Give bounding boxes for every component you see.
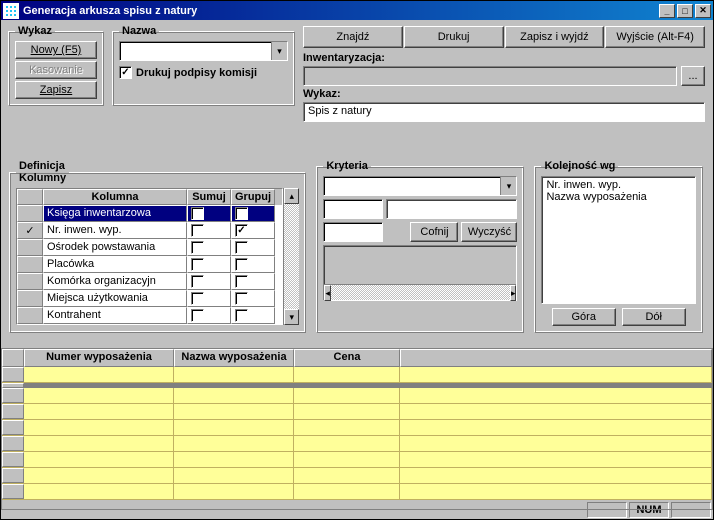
- dol-button[interactable]: Dół: [622, 308, 686, 326]
- def-cell-grupuj[interactable]: [231, 273, 275, 290]
- kryteria-group: Kryteria: [316, 160, 524, 333]
- def-cell-grupuj[interactable]: ✓: [231, 222, 275, 239]
- drukuj-podpisy-checkbox[interactable]: ✓: [119, 66, 132, 79]
- kolejnosc-group: Kolejność wg Nr. inwen. wyp. Nazwa wypos…: [534, 160, 703, 333]
- data-grid: Numer wyposażenia Nazwa wyposażenia Cena: [1, 348, 713, 510]
- nowy-button[interactable]: Nowy (F5): [15, 41, 97, 59]
- kasowanie-button: Kasowanie: [15, 61, 97, 79]
- def-cell-sumuj[interactable]: [187, 290, 231, 307]
- definicja-legend: DefinicjaKolumny: [16, 160, 69, 184]
- app-icon: [3, 3, 19, 19]
- titlebar: Generacja arkusza spisu z natury _ □ ✕: [1, 1, 713, 20]
- scroll-up-icon[interactable]: [284, 188, 299, 204]
- table-row[interactable]: [2, 484, 712, 500]
- drukuj-podpisy-label: Drukuj podpisy komisji: [136, 67, 257, 79]
- table-row[interactable]: [2, 420, 712, 436]
- kryteria-legend: Kryteria: [323, 160, 371, 172]
- scroll-down-icon[interactable]: [284, 309, 299, 325]
- dg-col-cena[interactable]: Cena: [294, 349, 400, 367]
- window-title: Generacja arkusza spisu z natury: [23, 5, 657, 17]
- def-cell-grupuj[interactable]: [231, 256, 275, 273]
- def-cell-sumuj[interactable]: [187, 222, 231, 239]
- maximize-button[interactable]: □: [677, 4, 693, 18]
- wyjscie-button[interactable]: Wyjście (Alt-F4): [605, 26, 705, 48]
- def-cell-name: Księga inwentarzowa: [43, 205, 187, 222]
- kryteria-combo-1[interactable]: [323, 176, 517, 196]
- def-scrollbar[interactable]: [283, 188, 299, 325]
- def-row[interactable]: Miejsca użytkowania: [17, 290, 282, 307]
- def-cell-grupuj[interactable]: [231, 307, 275, 324]
- gora-button[interactable]: Góra: [552, 308, 616, 326]
- inwentaryzacja-browse-button[interactable]: ...: [681, 66, 705, 86]
- zapisz-button[interactable]: Zapisz: [15, 81, 97, 99]
- def-cell-grupuj[interactable]: [231, 239, 275, 256]
- zapisz-wyjdz-button[interactable]: Zapisz i wyjdź: [505, 26, 605, 48]
- nazwa-legend: Nazwa: [119, 25, 159, 37]
- chevron-down-icon[interactable]: [500, 177, 516, 195]
- kryteria-combo-2[interactable]: [323, 199, 383, 219]
- kryteria-text-1[interactable]: [386, 199, 517, 219]
- def-cell-grupuj[interactable]: [231, 290, 275, 307]
- kolejnosc-legend: Kolejność wg: [541, 160, 618, 172]
- def-row[interactable]: Ośrodek powstawania: [17, 239, 282, 256]
- kryteria-combo-3[interactable]: [323, 222, 383, 242]
- table-row[interactable]: [2, 404, 712, 420]
- table-row[interactable]: [2, 452, 712, 468]
- minimize-button[interactable]: _: [659, 4, 675, 18]
- def-cell-grupuj[interactable]: [231, 205, 275, 222]
- nazwa-group: Nazwa ✓ Drukuj podpisy komisji: [112, 25, 295, 106]
- kryteria-textarea[interactable]: [323, 245, 517, 301]
- wyczysc-button[interactable]: Wyczyść: [461, 222, 517, 242]
- dg-col-numer[interactable]: Numer wyposażenia: [24, 349, 174, 367]
- def-row[interactable]: Placówka: [17, 256, 282, 273]
- def-row[interactable]: Kontrahent: [17, 307, 282, 324]
- table-row[interactable]: [2, 436, 712, 452]
- table-row[interactable]: [2, 468, 712, 484]
- list-item[interactable]: Nr. inwen. wyp.: [544, 179, 693, 191]
- wykaz-legend: Wykaz: [15, 25, 55, 37]
- def-cell-sumuj[interactable]: [187, 239, 231, 256]
- def-cell-name: Nr. inwen. wyp.: [43, 222, 187, 239]
- table-row[interactable]: [2, 388, 712, 404]
- close-button[interactable]: ✕: [695, 4, 711, 18]
- def-cell-name: Placówka: [43, 256, 187, 273]
- cofnij-button[interactable]: Cofnij: [410, 222, 458, 242]
- dg-col-nazwa[interactable]: Nazwa wyposażenia: [174, 349, 294, 367]
- znajdz-button[interactable]: Znajdź: [303, 26, 403, 48]
- def-row[interactable]: Księga inwentarzowa: [17, 205, 282, 222]
- def-row[interactable]: Komórka organizacyjn: [17, 273, 282, 290]
- def-cell-name: Ośrodek powstawania: [43, 239, 187, 256]
- kolejnosc-listbox[interactable]: Nr. inwen. wyp. Nazwa wyposażenia: [541, 176, 696, 304]
- definicja-group: DefinicjaKolumny Kolumna Sumuj Grupuj Ks…: [9, 160, 306, 333]
- col-header-kolumna[interactable]: Kolumna: [43, 189, 187, 205]
- wykaz-label: Wykaz:: [303, 88, 341, 100]
- wykaz-group: Wykaz Nowy (F5) Kasowanie Zapisz: [8, 25, 104, 106]
- def-cell-sumuj[interactable]: [187, 273, 231, 290]
- inwentaryzacja-field: [303, 66, 677, 86]
- col-header-sumuj[interactable]: Sumuj: [187, 189, 231, 205]
- def-cell-name: Komórka organizacyjn: [43, 273, 187, 290]
- def-cell-name: Kontrahent: [43, 307, 187, 324]
- drukuj-button[interactable]: Drukuj: [404, 26, 504, 48]
- table-row[interactable]: [2, 367, 712, 383]
- def-cell-sumuj[interactable]: [187, 256, 231, 273]
- chevron-down-icon[interactable]: [271, 42, 287, 60]
- col-header-grupuj[interactable]: Grupuj: [231, 189, 275, 205]
- scroll-right-icon[interactable]: [510, 285, 517, 301]
- def-row[interactable]: ✓ Nr. inwen. wyp. ✓: [17, 222, 282, 239]
- def-cell-sumuj[interactable]: [187, 205, 231, 222]
- list-item[interactable]: Nazwa wyposażenia: [544, 191, 693, 203]
- wykaz-input[interactable]: Spis z natury: [303, 102, 705, 122]
- def-cell-name: Miejsca użytkowania: [43, 290, 187, 307]
- nazwa-combo[interactable]: [119, 41, 288, 61]
- nazwa-input[interactable]: [120, 42, 271, 60]
- inwentaryzacja-label: Inwentaryzacja:: [303, 52, 385, 64]
- def-cell-sumuj[interactable]: [187, 307, 231, 324]
